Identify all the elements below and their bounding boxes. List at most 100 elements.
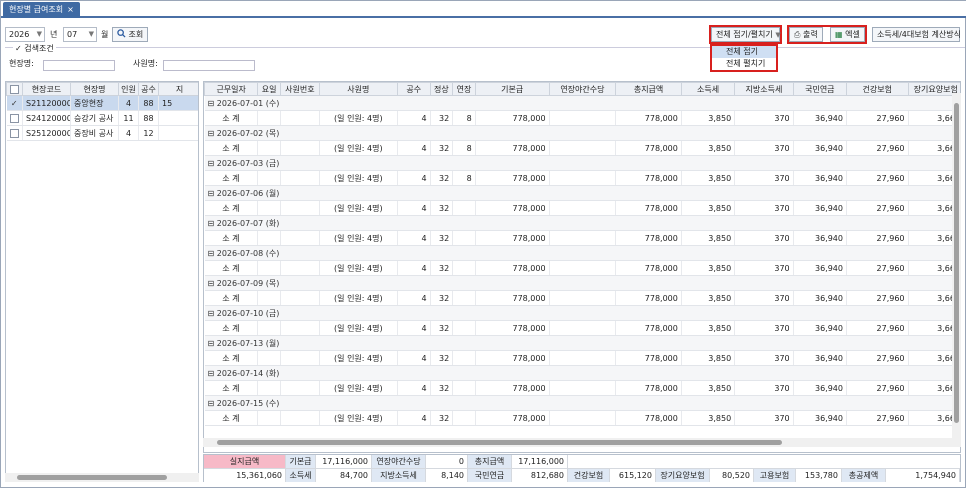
date-group-row[interactable]: ⊟ 2026-07-03 (금) bbox=[204, 155, 960, 171]
checkbox[interactable] bbox=[9, 128, 19, 138]
site-row[interactable]: S251200002중장비 공사412 bbox=[6, 125, 198, 141]
cell-gongsu: 4 bbox=[397, 230, 431, 246]
subtotal-row[interactable]: 소 계 (일 인원: 4명) 4 32 778,000 778,000 3,850 370 36… bbox=[204, 410, 960, 426]
calc-method-button[interactable]: 소득세/4대보험 계산방식 bbox=[872, 27, 961, 42]
site-row[interactable]: S241200001승강기 공사1188 bbox=[6, 110, 198, 126]
cell-etc bbox=[158, 110, 198, 126]
col-header[interactable]: 기본급 bbox=[474, 82, 550, 96]
print-button[interactable]: ⎙ 출력 bbox=[789, 27, 823, 42]
horizontal-scrollbar[interactable] bbox=[203, 438, 961, 447]
col-header[interactable]: 총지급액 bbox=[615, 82, 682, 96]
cell-empty bbox=[257, 380, 281, 396]
subtotal-row[interactable]: 소 계 (일 인원: 4명) 4 32 8 778,000 778,000 3,850 370 3… bbox=[204, 110, 960, 126]
date-group-row[interactable]: ⊟ 2026-07-07 (화) bbox=[204, 215, 960, 231]
header-checkbox[interactable] bbox=[6, 82, 23, 96]
cell-base: 778,000 bbox=[475, 320, 550, 336]
cell-night bbox=[549, 140, 617, 156]
date-group-row[interactable]: ⊟ 2026-07-13 (월) bbox=[204, 335, 960, 351]
subtotal-row[interactable]: 소 계 (일 인원: 4명) 4 32 8 778,000 778,000 3,850 370 3… bbox=[204, 170, 960, 186]
date-group-row[interactable]: ⊟ 2026-07-02 (목) bbox=[204, 125, 960, 141]
col-header[interactable]: 근무일자 bbox=[204, 82, 259, 96]
col-header[interactable]: 사원명 bbox=[318, 82, 398, 96]
cell-income-tax: 3,850 bbox=[681, 200, 736, 216]
cell-empty bbox=[257, 290, 281, 306]
payroll-header: 근무일자 요일 사원번호 사원명 공수 정상 연장 기본급 연장야간수당 총지급액 소득세 지방소득세… bbox=[204, 82, 960, 96]
col-header[interactable]: 국민연금 bbox=[792, 82, 847, 96]
menu-item-expand-all[interactable]: 전체 펼치기 bbox=[712, 58, 776, 70]
date-group-row[interactable]: ⊟ 2026-07-10 (금) bbox=[204, 305, 960, 321]
collapse-toggle-button[interactable]: 전체 접기/펼치기 ▼ bbox=[711, 27, 781, 42]
subtotal-row[interactable]: 소 계 (일 인원: 4명) 4 32 778,000 778,000 3,850 370 36… bbox=[204, 380, 960, 396]
cell-label: 소 계 bbox=[204, 260, 259, 276]
date-group-row[interactable]: ⊟ 2026-07-15 (수) bbox=[204, 395, 960, 411]
col-header[interactable]: 사원번호 bbox=[279, 82, 320, 96]
menu-item-collapse-all[interactable]: 전체 접기 bbox=[712, 46, 776, 58]
cell-normal: 32 bbox=[430, 290, 454, 306]
worker-name-input[interactable] bbox=[163, 60, 255, 71]
site-row[interactable]: ✓S211200001중앙현장48815 bbox=[6, 95, 198, 111]
cell-normal: 32 bbox=[430, 170, 454, 186]
search-button[interactable]: 조회 bbox=[112, 27, 149, 42]
cell-people: 11 bbox=[118, 110, 139, 126]
cell-label: 소 계 bbox=[204, 320, 259, 336]
site-name-input[interactable] bbox=[43, 60, 115, 71]
cell-night bbox=[549, 290, 617, 306]
subtotal-row[interactable]: 소 계 (일 인원: 4명) 4 32 778,000 778,000 3,850 370 36… bbox=[204, 350, 960, 366]
col-header[interactable]: 건강보험 bbox=[845, 82, 909, 96]
subtotal-row[interactable]: 소 계 (일 인원: 4명) 4 32 778,000 778,000 3,850 370 36… bbox=[204, 260, 960, 276]
date-group-row[interactable]: ⊟ 2026-07-01 (수) bbox=[204, 95, 960, 111]
cell-base: 778,000 bbox=[475, 200, 550, 216]
cell-site-name: 승강기 공사 bbox=[70, 110, 119, 126]
col-header[interactable]: 지방소득세 bbox=[734, 82, 794, 96]
subtotal-row[interactable]: 소 계 (일 인원: 4명) 4 32 8 778,000 778,000 3,850 370 3… bbox=[204, 140, 960, 156]
date-group-row[interactable]: ⊟ 2026-07-08 (수) bbox=[204, 245, 960, 261]
col-header[interactable]: 공수 bbox=[396, 82, 431, 96]
col-site-code[interactable]: 현장코드 bbox=[22, 82, 71, 96]
col-man-days[interactable]: 공수 bbox=[138, 82, 159, 96]
summary-label: 국민연금 bbox=[468, 469, 512, 482]
year-select[interactable]: 2026 ▼ bbox=[5, 27, 45, 42]
cell-night bbox=[549, 380, 617, 396]
cell-health: 27,960 bbox=[846, 320, 909, 336]
site-list-table: 현장코드 현장명 인원 공수 지 ✓S211200001중앙현장48815S24… bbox=[6, 82, 198, 141]
col-header[interactable]: 정상 bbox=[429, 82, 454, 96]
cell-pension: 36,940 bbox=[793, 140, 847, 156]
subtotal-row[interactable]: 소 계 (일 인원: 4명) 4 32 778,000 778,000 3,850 370 36… bbox=[204, 200, 960, 216]
cell-name: (일 인원: 4명) bbox=[319, 200, 398, 216]
subtotal-row[interactable]: 소 계 (일 인원: 4명) 4 32 778,000 778,000 3,850 370 36… bbox=[204, 230, 960, 246]
checkmark-icon[interactable]: ✓ bbox=[10, 99, 19, 108]
left-horizontal-scrollbar[interactable] bbox=[5, 473, 199, 482]
col-header[interactable]: 소득세 bbox=[680, 82, 736, 96]
date-group-row[interactable]: ⊟ 2026-07-09 (목) bbox=[204, 275, 960, 291]
summary-value: 1,754,940 bbox=[886, 469, 960, 482]
cell-base: 778,000 bbox=[475, 290, 550, 306]
col-site-name[interactable]: 현장명 bbox=[70, 82, 119, 96]
scroll-thumb[interactable] bbox=[217, 440, 782, 445]
col-people[interactable]: 인원 bbox=[118, 82, 139, 96]
col-header[interactable]: 요일 bbox=[257, 82, 281, 96]
cell-empty bbox=[280, 170, 320, 186]
vertical-scrollbar[interactable] bbox=[952, 93, 961, 438]
close-icon[interactable]: × bbox=[67, 5, 74, 14]
cell-site-name: 중장비 공사 bbox=[70, 125, 119, 141]
col-etc[interactable]: 지 bbox=[158, 82, 198, 96]
tab-title: 현장별 급여조회 bbox=[9, 5, 64, 14]
tab-site-payroll[interactable]: 현장별 급여조회 × bbox=[3, 2, 80, 18]
scroll-thumb[interactable] bbox=[954, 103, 959, 423]
month-select[interactable]: 07 ▼ bbox=[63, 27, 97, 42]
col-header[interactable]: 연장 bbox=[452, 82, 476, 96]
excel-button[interactable]: ▦ 엑셀 bbox=[830, 27, 865, 42]
date-group-row[interactable]: ⊟ 2026-07-06 (월) bbox=[204, 185, 960, 201]
subtotal-row[interactable]: 소 계 (일 인원: 4명) 4 32 778,000 778,000 3,850 370 36… bbox=[204, 290, 960, 306]
cell-gongsu: 4 bbox=[397, 290, 431, 306]
subtotal-row[interactable]: 소 계 (일 인원: 4명) 4 32 778,000 778,000 3,850 370 36… bbox=[204, 320, 960, 336]
col-header[interactable]: 연장야간수당 bbox=[548, 82, 617, 96]
checkbox[interactable] bbox=[10, 84, 19, 94]
scroll-thumb[interactable] bbox=[17, 475, 167, 480]
date-group-row[interactable]: ⊟ 2026-07-14 (화) bbox=[204, 365, 960, 381]
row-checkbox-cell bbox=[6, 125, 23, 141]
year-value: 2026 bbox=[9, 30, 30, 39]
excel-button-label: 엑셀 bbox=[845, 30, 860, 39]
cell-name: (일 인원: 4명) bbox=[319, 290, 398, 306]
checkbox[interactable] bbox=[9, 113, 19, 123]
